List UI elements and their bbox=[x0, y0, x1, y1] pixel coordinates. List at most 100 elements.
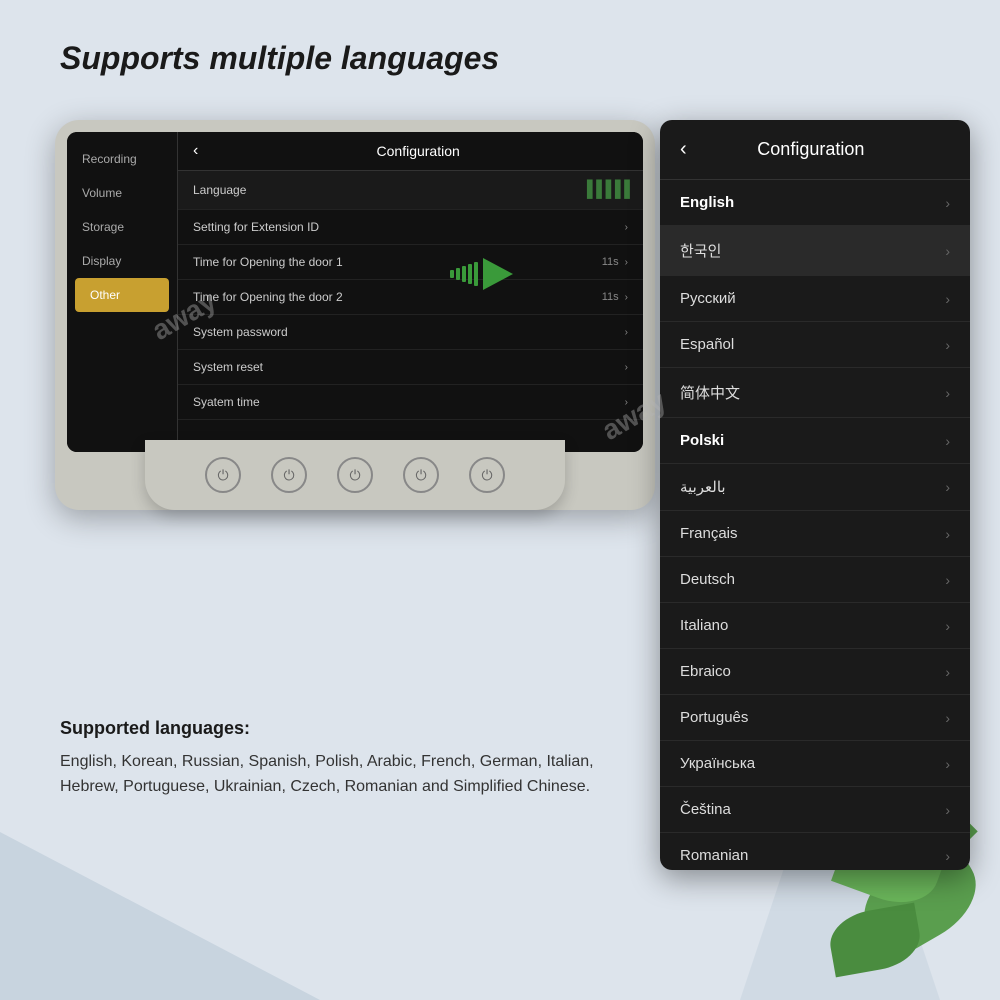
sidebar-item-volume[interactable]: Volume bbox=[67, 176, 177, 210]
lang-text-czech: Čeština bbox=[680, 801, 945, 818]
menu-label-password: System password bbox=[193, 325, 625, 339]
lang-item-french[interactable]: Français › bbox=[660, 511, 970, 557]
lang-item-german[interactable]: Deutsch › bbox=[660, 557, 970, 603]
lang-item-portuguese[interactable]: Português › bbox=[660, 695, 970, 741]
lang-text-polish: Polski bbox=[680, 432, 945, 449]
arrow-bar-5 bbox=[474, 262, 478, 286]
device-body: Recording Volume Storage Display Other ‹… bbox=[55, 120, 655, 510]
menu-label-door1: Time for Opening the door 1 bbox=[193, 255, 602, 269]
lang-item-italian[interactable]: Italiano › bbox=[660, 603, 970, 649]
menu-item-reset[interactable]: System reset › bbox=[178, 350, 643, 385]
lang-arrow-polish: › bbox=[945, 433, 950, 449]
menu-item-language[interactable]: Language ▐▐▐▐▐ bbox=[178, 171, 643, 210]
menu-item-extension-id[interactable]: Setting for Extension ID › bbox=[178, 210, 643, 245]
menu-arrow-password: › bbox=[625, 327, 628, 338]
lang-item-arabic[interactable]: بالعربية › bbox=[660, 464, 970, 511]
lang-text-french: Français bbox=[680, 525, 945, 542]
language-arrows-icon: ▐▐▐▐▐ bbox=[581, 181, 628, 199]
sidebar-item-display[interactable]: Display bbox=[67, 244, 177, 278]
lang-item-russian[interactable]: Русский › bbox=[660, 276, 970, 322]
language-panel-title: Configuration bbox=[702, 139, 950, 160]
menu-label-time: Syatem time bbox=[193, 395, 625, 409]
device-button-icon-5: ⏻ bbox=[481, 467, 492, 484]
lang-item-polish[interactable]: Polski › bbox=[660, 418, 970, 464]
arrow-indicator bbox=[450, 258, 513, 290]
arrow-bar-3 bbox=[462, 266, 466, 282]
lang-item-english[interactable]: English › bbox=[660, 180, 970, 226]
device-mockup: Recording Volume Storage Display Other ‹… bbox=[55, 120, 675, 550]
arrow-bar-1 bbox=[450, 270, 454, 278]
language-panel-header: ‹ Configuration bbox=[660, 120, 970, 180]
device-sidebar: Recording Volume Storage Display Other bbox=[67, 132, 177, 452]
lang-item-korean[interactable]: 한국인 › bbox=[660, 226, 970, 276]
lang-arrow-german: › bbox=[945, 572, 950, 588]
arrow-bar-4 bbox=[468, 264, 472, 284]
leaf-3 bbox=[825, 903, 924, 978]
device-button-icon-3: ⏻ bbox=[349, 467, 360, 484]
device-back-button[interactable]: ‹ bbox=[193, 142, 198, 160]
lang-arrow-russian: › bbox=[945, 291, 950, 307]
lang-arrow-french: › bbox=[945, 526, 950, 542]
device-button-icon-1: ⏻ bbox=[217, 467, 228, 484]
menu-item-time[interactable]: Syatem time › bbox=[178, 385, 643, 420]
menu-label-extension: Setting for Extension ID bbox=[193, 220, 625, 234]
lang-text-russian: Русский bbox=[680, 290, 945, 307]
big-arrow-icon bbox=[483, 258, 513, 290]
arrow-bar-2 bbox=[456, 268, 460, 280]
menu-value-door1: 11s bbox=[602, 256, 619, 268]
lang-item-chinese[interactable]: 简体中文 › bbox=[660, 368, 970, 418]
lang-arrow-korean: › bbox=[945, 243, 950, 259]
lang-arrow-ukrainian: › bbox=[945, 756, 950, 772]
lang-text-italian: Italiano bbox=[680, 617, 945, 634]
device-screen: Recording Volume Storage Display Other ‹… bbox=[67, 132, 643, 452]
lang-text-portuguese: Português bbox=[680, 709, 945, 726]
menu-label-reset: System reset bbox=[193, 360, 625, 374]
arrow-bars bbox=[450, 262, 478, 286]
menu-arrow-time: › bbox=[625, 397, 628, 408]
lang-text-english: English bbox=[680, 194, 945, 211]
lang-text-romanian: Romanian bbox=[680, 847, 945, 864]
lang-text-spanish: Español bbox=[680, 336, 945, 353]
lang-item-spanish[interactable]: Español › bbox=[660, 322, 970, 368]
lang-text-ukrainian: Українська bbox=[680, 755, 945, 772]
device-button-icon-2: ⏻ bbox=[283, 467, 294, 484]
lang-text-hebrew: Ebraico bbox=[680, 663, 945, 680]
menu-label-door2: Time for Opening the door 2 bbox=[193, 290, 602, 304]
device-button-4[interactable]: ⏻ bbox=[403, 457, 439, 493]
menu-arrow-door2: › bbox=[625, 292, 628, 303]
lang-text-german: Deutsch bbox=[680, 571, 945, 588]
lang-item-hebrew[interactable]: Ebraico › bbox=[660, 649, 970, 695]
device-button-3[interactable]: ⏻ bbox=[337, 457, 373, 493]
sidebar-item-storage[interactable]: Storage bbox=[67, 210, 177, 244]
lang-item-czech[interactable]: Čeština › bbox=[660, 787, 970, 833]
menu-item-door2[interactable]: Time for Opening the door 2 11s › bbox=[178, 280, 643, 315]
lang-arrow-spanish: › bbox=[945, 337, 950, 353]
lang-text-chinese: 简体中文 bbox=[680, 382, 945, 403]
lang-arrow-italian: › bbox=[945, 618, 950, 634]
sidebar-item-recording[interactable]: Recording bbox=[67, 142, 177, 176]
device-screen-title: Configuration bbox=[208, 143, 628, 159]
sidebar-item-other[interactable]: Other bbox=[75, 278, 169, 312]
menu-arrow-extension: › bbox=[625, 222, 628, 233]
supported-languages-heading: Supported languages: bbox=[60, 718, 610, 739]
lang-text-arabic: بالعربية bbox=[680, 478, 945, 496]
language-panel-back-button[interactable]: ‹ bbox=[680, 138, 687, 161]
device-button-2[interactable]: ⏻ bbox=[271, 457, 307, 493]
lang-item-ukrainian[interactable]: Українська › bbox=[660, 741, 970, 787]
lang-arrow-romanian: › bbox=[945, 848, 950, 864]
menu-value-door2: 11s bbox=[602, 291, 619, 303]
device-button-5[interactable]: ⏻ bbox=[469, 457, 505, 493]
lang-arrow-arabic: › bbox=[945, 479, 950, 495]
menu-item-door1[interactable]: Time for Opening the door 1 11s › bbox=[178, 245, 643, 280]
device-screen-header: ‹ Configuration bbox=[178, 132, 643, 171]
device-bottom-bar: ⏻ ⏻ ⏻ ⏻ ⏻ bbox=[145, 440, 565, 510]
language-panel: ‹ Configuration English › 한국인 › Русский … bbox=[660, 120, 970, 870]
lang-arrow-czech: › bbox=[945, 802, 950, 818]
text-content-section: Supported languages: English, Korean, Ru… bbox=[60, 718, 610, 800]
menu-item-password[interactable]: System password › bbox=[178, 315, 643, 350]
device-button-1[interactable]: ⏻ bbox=[205, 457, 241, 493]
lang-arrow-chinese: › bbox=[945, 385, 950, 401]
lang-item-romanian[interactable]: Romanian › bbox=[660, 833, 970, 870]
menu-arrow-reset: › bbox=[625, 362, 628, 373]
device-button-icon-4: ⏻ bbox=[415, 467, 426, 484]
